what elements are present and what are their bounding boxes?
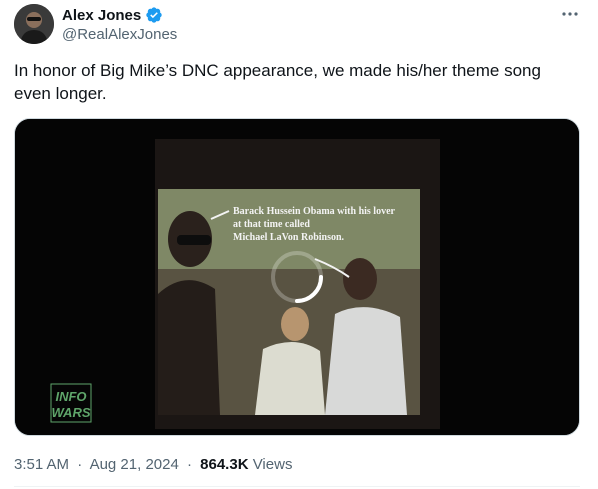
video-frame: Barack Hussein Obama with his lover at t… (15, 119, 579, 435)
more-horizontal-icon[interactable] (560, 4, 580, 28)
caption-line-3: Michael LaVon Robinson. (233, 232, 345, 243)
views-count[interactable]: 864.3K (200, 456, 248, 473)
tweet-time[interactable]: 3:51 AM (14, 456, 69, 473)
meta-separator: · (186, 456, 192, 473)
author-display-name[interactable]: Alex Jones (62, 7, 141, 24)
divider (14, 486, 580, 487)
author-avatar[interactable] (14, 4, 54, 44)
verified-badge-icon[interactable] (145, 6, 163, 24)
caption-line-2: at that time called (233, 219, 310, 230)
author-handle[interactable]: @RealAlexJones (62, 26, 177, 43)
tweet-text: In honor of Big Mike’s DNC appearance, w… (14, 61, 541, 103)
infowars-watermark: INFO WARS (50, 383, 92, 423)
tweet-meta: 3:51 AM · Aug 21, 2024 · 864.3K Views (14, 456, 292, 473)
tweet: Alex Jones @RealAlexJones In honor of Bi… (0, 0, 598, 489)
tweet-date[interactable]: Aug 21, 2024 (90, 456, 179, 473)
author-name-row: Alex Jones (62, 6, 163, 24)
views-label: Views (252, 456, 293, 473)
watermark-line-1: INFO (55, 389, 86, 404)
watermark-line-2: WARS (52, 405, 91, 420)
video-player[interactable]: Barack Hussein Obama with his lover at t… (14, 118, 580, 436)
caption-line-1: Barack Hussein Obama with his lover (233, 206, 396, 217)
meta-separator: · (77, 456, 83, 473)
avatar-image (14, 4, 54, 44)
